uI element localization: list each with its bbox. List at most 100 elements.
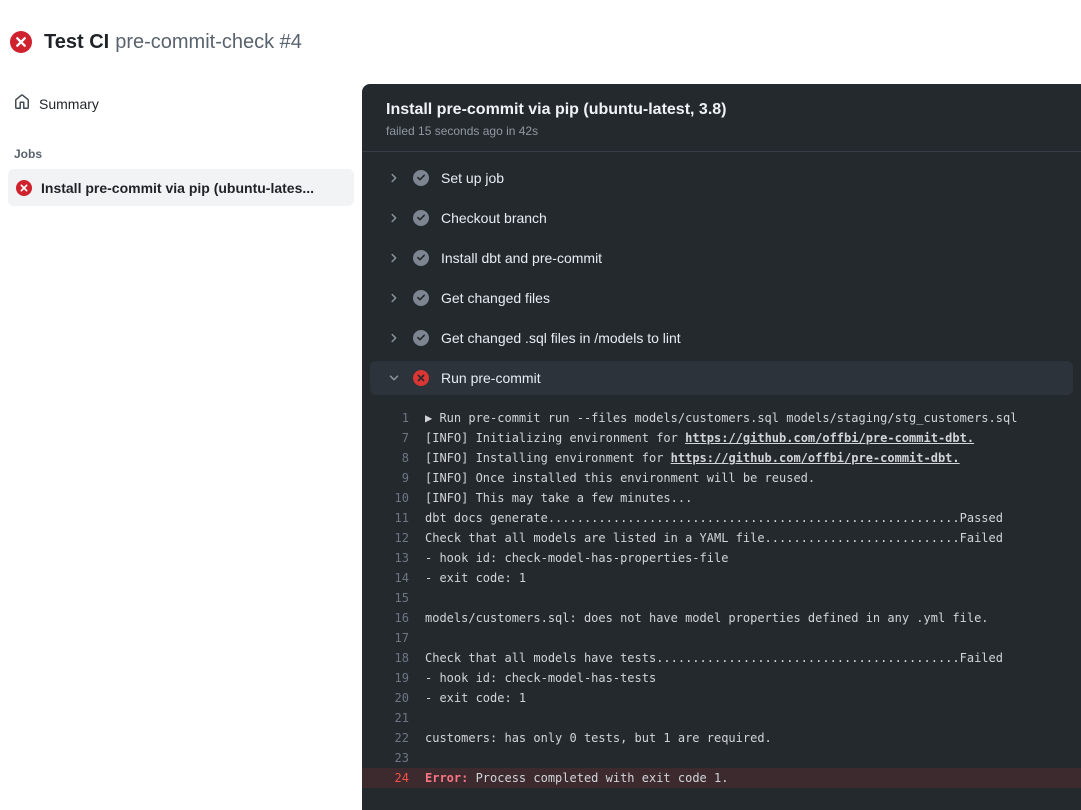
job-panel-header: Install pre-commit via pip (ubuntu-lates… bbox=[362, 84, 1081, 152]
log-line: 14- exit code: 1 bbox=[362, 568, 1081, 588]
log-line-number[interactable]: 21 bbox=[362, 708, 425, 728]
x-circle-icon bbox=[413, 370, 429, 386]
log-line-text: [INFO] This may take a few minutes... bbox=[425, 488, 692, 508]
step-row[interactable]: Run pre-commit bbox=[370, 361, 1073, 395]
chevron-right-icon[interactable] bbox=[388, 292, 400, 304]
log-line: 21 bbox=[362, 708, 1081, 728]
log-line: 8[INFO] Installing environment for https… bbox=[362, 448, 1081, 468]
x-circle-icon bbox=[16, 180, 32, 196]
chevron-right-icon[interactable] bbox=[388, 172, 400, 184]
log-line: 9[INFO] Once installed this environment … bbox=[362, 468, 1081, 488]
log-line: 1▶ Run pre-commit run --files models/cus… bbox=[362, 408, 1081, 428]
step-label: Get changed files bbox=[441, 290, 550, 306]
check-circle-icon bbox=[413, 170, 429, 186]
log-line-text: [INFO] Initializing environment for http… bbox=[425, 428, 974, 448]
log-line-text: models/customers.sql: does not have mode… bbox=[425, 608, 989, 628]
chevron-down-icon[interactable] bbox=[388, 372, 400, 384]
log-line-text: customers: has only 0 tests, but 1 are r… bbox=[425, 728, 772, 748]
step-label: Get changed .sql files in /models to lin… bbox=[441, 330, 681, 346]
log-line: 12Check that all models are listed in a … bbox=[362, 528, 1081, 548]
log-line-number[interactable]: 15 bbox=[362, 588, 425, 608]
log-line: 17 bbox=[362, 628, 1081, 648]
log-line-number[interactable]: 13 bbox=[362, 548, 425, 568]
sidebar-item-summary[interactable]: Summary bbox=[0, 84, 362, 123]
step-label: Set up job bbox=[441, 170, 504, 186]
check-circle-icon bbox=[413, 330, 429, 346]
log-segment: - exit code: 1 bbox=[425, 691, 526, 705]
sidebar: Summary Jobs Install pre-commit via pip … bbox=[0, 84, 362, 810]
jobs-section-label: Jobs bbox=[14, 147, 348, 161]
log-line-number[interactable]: 14 bbox=[362, 568, 425, 588]
log-segment: Error: bbox=[425, 771, 476, 785]
log-segment: - hook id: check-model-has-tests bbox=[425, 671, 656, 685]
log-line-number[interactable]: 20 bbox=[362, 688, 425, 708]
job-title: Install pre-commit via pip (ubuntu-lates… bbox=[386, 101, 1057, 119]
log-line-number[interactable]: 7 bbox=[362, 428, 425, 448]
log-line-number[interactable]: 24 bbox=[362, 768, 425, 788]
step-row[interactable]: Get changed files bbox=[370, 278, 1073, 318]
check-circle-icon bbox=[413, 210, 429, 226]
log-segment: customers: has only 0 tests, but 1 are r… bbox=[425, 731, 772, 745]
log-line-number[interactable]: 1 bbox=[362, 408, 425, 428]
log-line: 11dbt docs generate.....................… bbox=[362, 508, 1081, 528]
step-row[interactable]: Checkout branch bbox=[370, 198, 1073, 238]
chevron-right-icon[interactable] bbox=[388, 252, 400, 264]
log-line-text: - exit code: 1 bbox=[425, 568, 526, 588]
log-line-number[interactable]: 23 bbox=[362, 748, 425, 768]
log-line: 10[INFO] This may take a few minutes... bbox=[362, 488, 1081, 508]
jobs-list: Install pre-commit via pip (ubuntu-lates… bbox=[0, 169, 362, 206]
sidebar-job-item[interactable]: Install pre-commit via pip (ubuntu-lates… bbox=[8, 169, 354, 206]
log-line-text: - hook id: check-model-has-tests bbox=[425, 668, 656, 688]
log-line: 16models/customers.sql: does not have mo… bbox=[362, 608, 1081, 628]
log-line-number[interactable]: 19 bbox=[362, 668, 425, 688]
chevron-right-icon[interactable] bbox=[388, 212, 400, 224]
log-line: 24Error: Process completed with exit cod… bbox=[362, 768, 1081, 788]
check-circle-icon bbox=[413, 290, 429, 306]
log-line-number[interactable]: 18 bbox=[362, 648, 425, 668]
log-line-number[interactable]: 17 bbox=[362, 628, 425, 648]
log-output: 1▶ Run pre-commit run --files models/cus… bbox=[362, 398, 1081, 788]
log-segment: Check that all models are listed in a YA… bbox=[425, 531, 1003, 545]
log-line: 22customers: has only 0 tests, but 1 are… bbox=[362, 728, 1081, 748]
workflow-name: Test CI bbox=[44, 31, 109, 53]
log-line-text: - exit code: 1 bbox=[425, 688, 526, 708]
log-link[interactable]: https://github.com/offbi/pre-commit-dbt. bbox=[685, 431, 974, 445]
log-segment: - hook id: check-model-has-properties-fi… bbox=[425, 551, 728, 565]
chevron-right-icon[interactable] bbox=[388, 332, 400, 344]
log-link[interactable]: https://github.com/offbi/pre-commit-dbt. bbox=[671, 451, 960, 465]
log-segment: ▶ Run pre-commit run --files models/cust… bbox=[425, 411, 1017, 425]
log-line-number[interactable]: 16 bbox=[362, 608, 425, 628]
log-line-text: Error: Process completed with exit code … bbox=[425, 768, 728, 788]
log-segment: Check that all models have tests........… bbox=[425, 651, 1003, 665]
log-line-text: - hook id: check-model-has-properties-fi… bbox=[425, 548, 728, 568]
log-line-number[interactable]: 22 bbox=[362, 728, 425, 748]
step-label: Install dbt and pre-commit bbox=[441, 250, 602, 266]
log-line-text: [INFO] Installing environment for https:… bbox=[425, 448, 960, 468]
x-circle-icon bbox=[10, 31, 32, 53]
job-status-text: failed 15 seconds ago in 42s bbox=[386, 124, 1057, 138]
log-line-number[interactable]: 8 bbox=[362, 448, 425, 468]
log-line-text: dbt docs generate.......................… bbox=[425, 508, 1003, 528]
log-line-text: Check that all models are listed in a YA… bbox=[425, 528, 1003, 548]
log-line: 19- hook id: check-model-has-tests bbox=[362, 668, 1081, 688]
log-line: 23 bbox=[362, 748, 1081, 768]
step-label: Run pre-commit bbox=[441, 370, 541, 386]
log-line-number[interactable]: 10 bbox=[362, 488, 425, 508]
log-segment: models/customers.sql: does not have mode… bbox=[425, 611, 989, 625]
step-row[interactable]: Set up job bbox=[370, 158, 1073, 198]
step-row[interactable]: Get changed .sql files in /models to lin… bbox=[370, 318, 1073, 358]
step-row[interactable]: Install dbt and pre-commit bbox=[370, 238, 1073, 278]
log-segment: [INFO] Once installed this environment w… bbox=[425, 471, 815, 485]
log-line: 18Check that all models have tests......… bbox=[362, 648, 1081, 668]
log-line-number[interactable]: 12 bbox=[362, 528, 425, 548]
log-line-text: [INFO] Once installed this environment w… bbox=[425, 468, 815, 488]
log-line-text: ▶ Run pre-commit run --files models/cust… bbox=[425, 408, 1017, 428]
log-line-number[interactable]: 11 bbox=[362, 508, 425, 528]
log-line: 13- hook id: check-model-has-properties-… bbox=[362, 548, 1081, 568]
job-panel: Install pre-commit via pip (ubuntu-lates… bbox=[362, 84, 1081, 810]
log-segment: Process completed with exit code 1. bbox=[476, 771, 729, 785]
log-segment: [INFO] Installing environment for bbox=[425, 451, 671, 465]
log-line-number[interactable]: 9 bbox=[362, 468, 425, 488]
log-segment: [INFO] Initializing environment for bbox=[425, 431, 685, 445]
step-label: Checkout branch bbox=[441, 210, 547, 226]
